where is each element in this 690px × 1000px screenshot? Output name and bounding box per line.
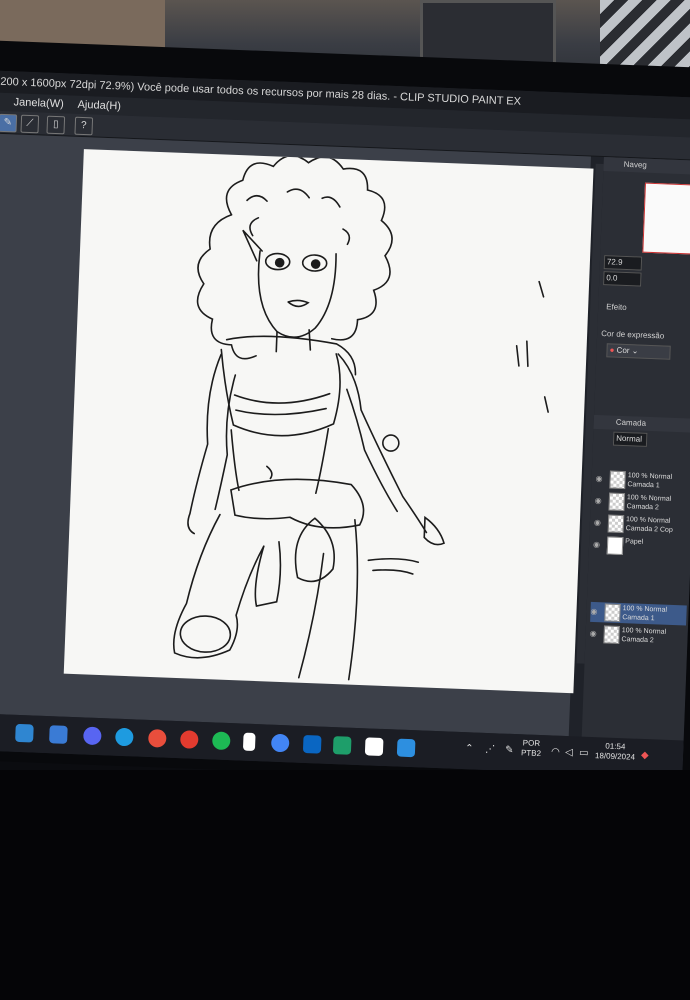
rotation-field[interactable]: 0.0 [603, 271, 642, 287]
clip-studio-paint-icon[interactable] [364, 737, 384, 756]
eye-icon[interactable]: ◉ [595, 496, 602, 505]
layer-row[interactable]: ◉ 100 % Normal Camada 2 [594, 491, 690, 515]
clock-date: 18/09/2024 [594, 751, 636, 762]
layer-thumbnail [603, 625, 620, 644]
opera-icon[interactable] [179, 730, 199, 749]
brush-icon[interactable]: ⟋ [20, 114, 40, 134]
app-icon[interactable] [396, 738, 416, 758]
notification-icon[interactable]: ◆ [641, 750, 649, 761]
navigator-thumbnail[interactable] [642, 182, 690, 255]
battery-icon[interactable]: ▭ [579, 748, 589, 759]
expression-color-value: Cor [616, 345, 630, 356]
network-icon[interactable]: ⋰ [485, 744, 495, 755]
eye-icon[interactable]: ◉ [593, 540, 600, 549]
eye-icon[interactable]: ◉ [589, 629, 596, 638]
chrome-icon[interactable] [270, 733, 290, 753]
color-wheel-icon: ● [609, 345, 615, 355]
navigator-title: Naveg [623, 159, 647, 170]
clip-studio-icon[interactable] [332, 736, 352, 755]
document-icon[interactable] [242, 732, 256, 752]
expression-color-label: Cor de expressão [601, 329, 665, 341]
layer-thumbnail [607, 514, 625, 534]
layer-thumbnail [604, 603, 621, 623]
keyboard-layout: PTB2 [520, 748, 542, 759]
store-icon[interactable] [15, 723, 34, 743]
layer-name: Camada 2 [626, 503, 659, 512]
layer-name: Papel [625, 538, 644, 546]
spotify-icon[interactable] [211, 731, 231, 751]
layer-panel-header: Camada [593, 414, 690, 433]
chevron-up-icon[interactable]: ⌃ [465, 743, 474, 754]
menu-janela[interactable]: Janela(W) [13, 93, 64, 113]
layer-row[interactable]: ◉ 100 % Normal Camada 2 Cop [594, 513, 690, 537]
eye-icon[interactable]: ◉ [595, 474, 602, 483]
layer-name: Camada 1 [627, 481, 660, 490]
pen-tool-icon[interactable]: ✎ [0, 113, 18, 133]
pen-icon[interactable]: ✎ [505, 745, 514, 756]
navigator-header: Naveg [603, 157, 690, 175]
eye-icon[interactable]: ◉ [594, 518, 601, 527]
layer-name: Camada 1 [622, 614, 655, 623]
layer-name: Camada 2 Cop [625, 525, 673, 534]
layer-row[interactable]: ◉ Papel [593, 535, 690, 559]
drawing-canvas[interactable] [63, 149, 594, 694]
effects-label: Efeito [606, 302, 627, 313]
layer-row-selected[interactable]: ◉ 100 % Normal Camada 1 [590, 601, 687, 626]
discord-icon[interactable] [83, 726, 102, 746]
layer-thumbnail [606, 536, 624, 556]
monitor-bezel: 200 x 1600px 72dpi 72.9%) Você pode usar… [0, 40, 690, 788]
chevron-down-icon: ⌄ [631, 346, 639, 356]
eye-icon[interactable]: ◉ [590, 607, 597, 616]
layer-thumbnail [609, 470, 626, 490]
layer-name: Camada 2 [621, 636, 654, 645]
outlook-icon[interactable] [302, 734, 322, 754]
help-icon[interactable]: ? [74, 116, 94, 136]
screen: 200 x 1600px 72dpi 72.9%) Você pode usar… [0, 70, 690, 778]
sketch-drawing [172, 154, 549, 681]
wifi-icon[interactable]: ◠ [551, 746, 560, 757]
canvas-workspace [0, 133, 594, 737]
edge-icon[interactable] [115, 727, 134, 747]
expression-color-select[interactable]: ● Cor ⌄ [606, 343, 671, 360]
layer-thumbnail [608, 492, 626, 512]
blend-mode-select[interactable]: Normal [612, 431, 648, 447]
volume-icon[interactable]: ◁ [565, 747, 573, 758]
keyboard-area [0, 770, 690, 1000]
zoom-field[interactable]: 72.9 [603, 255, 643, 271]
language-indicator[interactable]: POR PTB2 [521, 738, 542, 759]
calendar-icon[interactable] [49, 725, 68, 744]
device-icon[interactable]: ▯ [46, 115, 66, 135]
clock[interactable]: 01:54 18/09/2024 [595, 741, 636, 763]
layer-row[interactable]: ◉ 100 % Normal Camada 1 [595, 469, 690, 493]
layer-panel-title: Camada [615, 417, 647, 428]
chrome-canary-icon[interactable] [147, 728, 167, 748]
layer-row[interactable]: ◉ 100 % Normal Camada 2 [589, 624, 686, 648]
menu-ajuda[interactable]: Ajuda(H) [77, 96, 121, 116]
